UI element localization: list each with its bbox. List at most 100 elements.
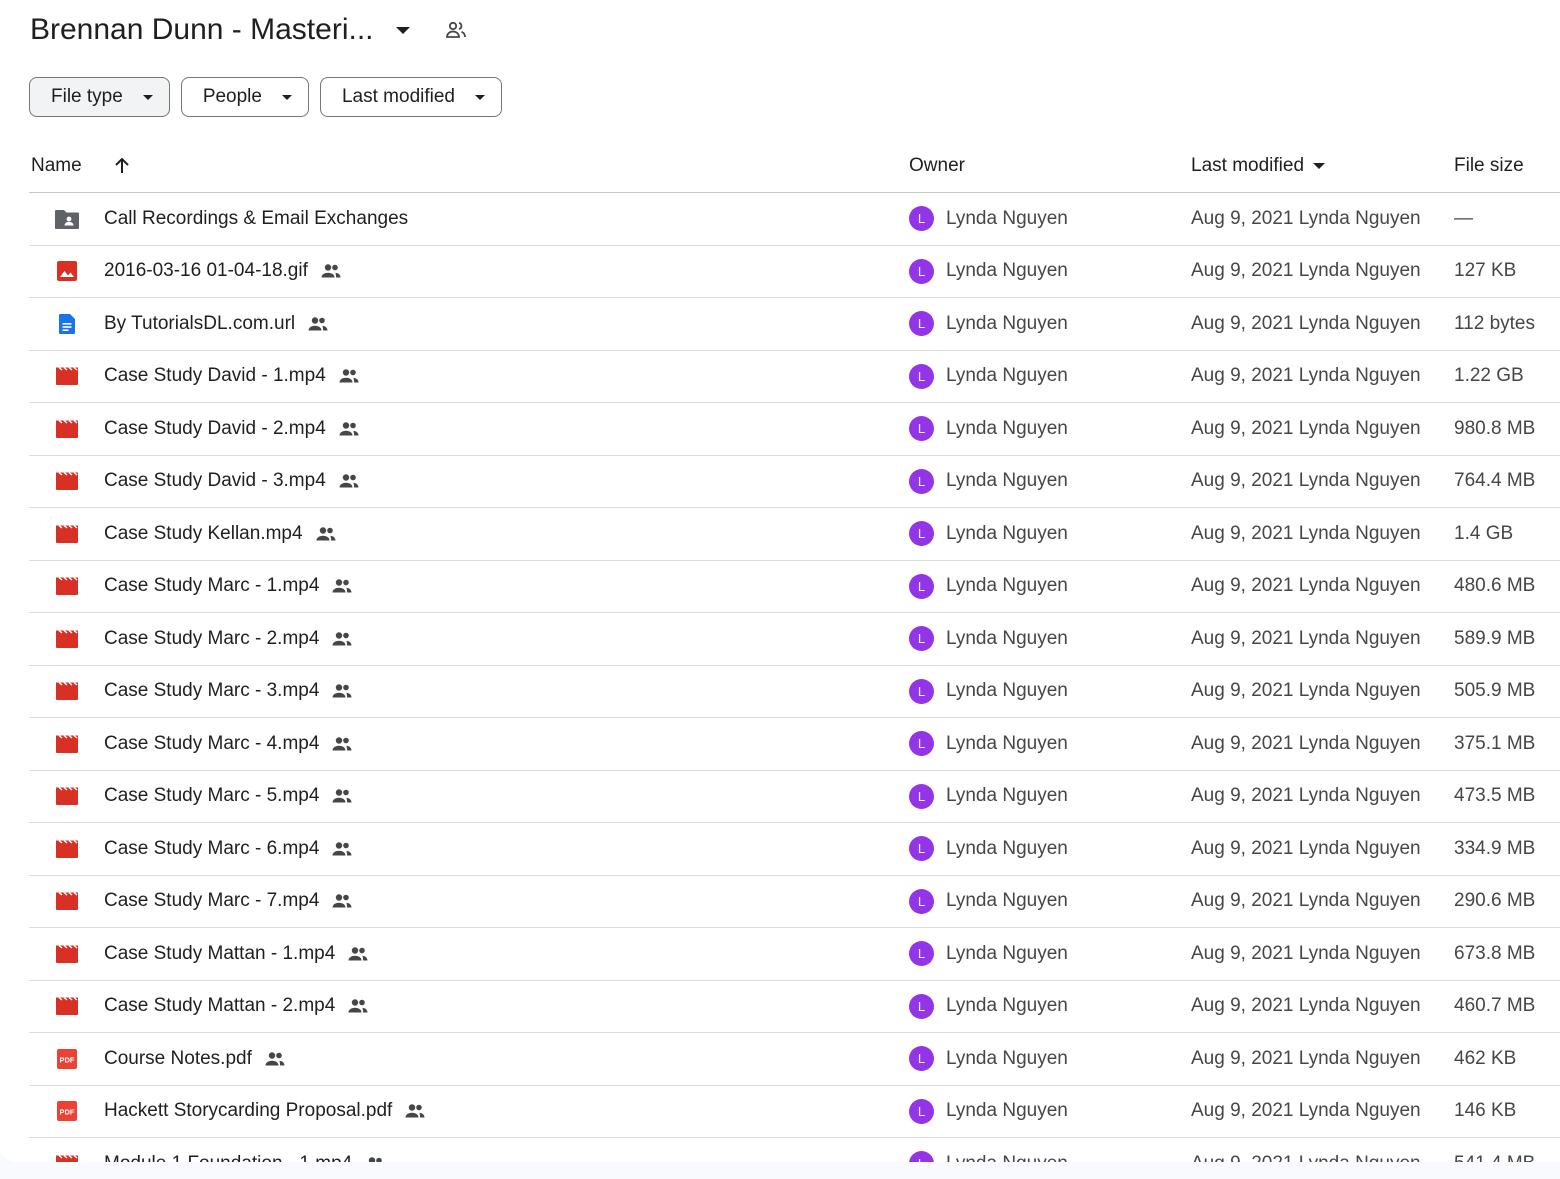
column-header-last-modified[interactable]: Last modified (1191, 146, 1326, 186)
owner-name: Lynda Nguyen (946, 942, 1068, 964)
chevron-down-icon (475, 94, 485, 100)
file-row[interactable]: Case Study David - 1.mp4 L Lynda Nguyen … (29, 351, 1560, 403)
last-modified-cell: Aug 9, 2021 Lynda Nguyen (1191, 1100, 1421, 1122)
file-name: Case Study Marc - 5.mp4 (104, 785, 320, 807)
last-modified-cell: Aug 9, 2021 Lynda Nguyen (1191, 470, 1421, 492)
file-name: Course Notes.pdf (104, 1047, 252, 1069)
people-filter[interactable]: People (180, 77, 309, 117)
avatar: L (909, 836, 934, 862)
file-name-cell: Case Study Marc - 6.mp4 (104, 823, 353, 875)
owner-column-label: Owner (909, 155, 965, 176)
video-file-icon (53, 351, 81, 403)
file-name-cell: Case Study David - 3.mp4 (104, 456, 360, 508)
file-row[interactable]: Case Study Marc - 7.mp4 L Lynda Nguyen A… (29, 876, 1560, 928)
file-name-cell: Case Study Mattan - 2.mp4 (104, 981, 369, 1033)
avatar: L (909, 731, 934, 757)
video-file-icon (53, 981, 81, 1033)
last-modified-cell: Aug 9, 2021 Lynda Nguyen (1191, 312, 1421, 334)
video-file-icon (53, 876, 81, 928)
avatar: L (909, 626, 934, 652)
shared-people-icon (347, 946, 369, 962)
folder-title[interactable]: Brennan Dunn - Masteri... (30, 13, 374, 47)
owner-name: Lynda Nguyen (946, 995, 1068, 1017)
sort-ascending-icon[interactable] (112, 156, 132, 176)
shared-people-icon (264, 1051, 286, 1067)
file-size-cell: 764.4 MB (1454, 470, 1536, 492)
file-row[interactable]: Case Study Kellan.mp4 L Lynda Nguyen Aug… (29, 508, 1560, 561)
file-size-cell: 334.9 MB (1454, 837, 1536, 859)
file-size-cell: 673.8 MB (1454, 942, 1536, 964)
file-row[interactable]: 2016-03-16 01-04-18.gif L Lynda Nguyen A… (29, 246, 1560, 298)
file-name: Case Study Marc - 3.mp4 (104, 680, 320, 702)
file-size-cell: — (1454, 207, 1473, 229)
owner-cell: L Lynda Nguyen (909, 771, 1068, 823)
video-file-icon (53, 823, 81, 875)
shared-people-icon (338, 473, 360, 489)
last-modified-cell: Aug 9, 2021 Lynda Nguyen (1191, 1138, 1421, 1162)
file-row[interactable]: PDF Course Notes.pdf L Lynda Nguyen Aug … (29, 1033, 1560, 1086)
file-row[interactable]: Case Study David - 3.mp4 L Lynda Nguyen … (29, 456, 1560, 508)
file-row[interactable]: Case Study Marc - 6.mp4 L Lynda Nguyen A… (29, 823, 1560, 876)
file-name: Case Study David - 3.mp4 (104, 470, 326, 492)
file-name-cell: Case Study David - 1.mp4 (104, 351, 360, 403)
owner-cell: L Lynda Nguyen (909, 876, 1068, 928)
last-modified-cell: Aug 9, 2021 Lynda Nguyen (1191, 785, 1421, 807)
file-row[interactable]: Case Study Marc - 2.mp4 L Lynda Nguyen A… (29, 613, 1560, 666)
sort-dropdown-icon[interactable] (1313, 163, 1326, 169)
file-row[interactable]: PDF Hackett Storycarding Proposal.pdf L … (29, 1086, 1560, 1138)
avatar: L (909, 521, 934, 547)
last-modified-cell: Aug 9, 2021 Lynda Nguyen (1191, 995, 1421, 1017)
file-row[interactable]: Case Study Mattan - 2.mp4 L Lynda Nguyen… (29, 981, 1560, 1033)
last-modified-cell: Aug 9, 2021 Lynda Nguyen (1191, 680, 1421, 702)
file-row[interactable]: By TutorialsDL.com.url L Lynda Nguyen Au… (29, 298, 1560, 351)
video-file-icon (53, 456, 81, 508)
avatar: L (909, 1151, 934, 1162)
column-header-file-size[interactable]: File size (1454, 146, 1524, 186)
last-modified-filter-label: Last modified (341, 86, 455, 107)
file-row[interactable]: Call Recordings & Email Exchanges L Lynd… (29, 193, 1560, 246)
file-size-cell: 480.6 MB (1454, 575, 1536, 597)
file-row[interactable]: Module 1 Foundation - 1.mp4 L Lynda Nguy… (29, 1138, 1560, 1162)
chevron-down-icon (142, 94, 153, 100)
file-name: Case Study Marc - 1.mp4 (104, 575, 320, 597)
file-name: Case Study Kellan.mp4 (104, 522, 303, 544)
last-modified-filter[interactable]: Last modified (319, 77, 502, 117)
file-row[interactable]: Case Study Marc - 1.mp4 L Lynda Nguyen A… (29, 561, 1560, 613)
file-size-cell: 112 bytes (1454, 312, 1535, 334)
file-row[interactable]: Case Study Marc - 3.mp4 L Lynda Nguyen A… (29, 666, 1560, 718)
avatar: L (909, 573, 934, 599)
file-name-cell: Case Study Marc - 1.mp4 (104, 561, 353, 613)
avatar: L (909, 783, 934, 809)
file-size-cell: 505.9 MB (1454, 680, 1536, 702)
owner-cell: L Lynda Nguyen (909, 718, 1068, 770)
shared-people-icon (338, 368, 360, 384)
owner-name: Lynda Nguyen (946, 732, 1068, 754)
shared-people-icon (320, 263, 342, 279)
file-name: Case Study Marc - 6.mp4 (104, 837, 320, 859)
column-header-name[interactable]: Name (31, 146, 132, 186)
file-row[interactable]: Case Study Marc - 5.mp4 L Lynda Nguyen A… (29, 771, 1560, 823)
file-size-cell: 375.1 MB (1454, 732, 1536, 754)
file-name: Case Study David - 1.mp4 (104, 365, 326, 387)
shared-folder-people-icon[interactable] (444, 18, 468, 42)
owner-cell: L Lynda Nguyen (909, 561, 1068, 613)
file-row[interactable]: Case Study Mattan - 1.mp4 L Lynda Nguyen… (29, 928, 1560, 981)
column-header-owner[interactable]: Owner (909, 146, 965, 186)
file-type-filter[interactable]: File type (29, 77, 170, 117)
file-name: 2016-03-16 01-04-18.gif (104, 260, 308, 282)
title-dropdown-icon[interactable] (395, 26, 410, 34)
file-name-cell: Course Notes.pdf (104, 1033, 286, 1085)
owner-name: Lynda Nguyen (946, 1153, 1068, 1162)
owner-name: Lynda Nguyen (946, 627, 1068, 649)
file-name: Case Study David - 2.mp4 (104, 417, 326, 439)
owner-cell: L Lynda Nguyen (909, 1033, 1068, 1085)
avatar: L (909, 678, 934, 704)
file-row[interactable]: Case Study David - 2.mp4 L Lynda Nguyen … (29, 403, 1560, 456)
last-modified-cell: Aug 9, 2021 Lynda Nguyen (1191, 732, 1421, 754)
avatar: L (909, 258, 934, 284)
file-name-cell: Case Study Kellan.mp4 (104, 508, 337, 560)
video-file-icon (53, 1138, 81, 1162)
shared-people-icon (331, 736, 353, 752)
video-file-icon (53, 561, 81, 613)
file-row[interactable]: Case Study Marc - 4.mp4 L Lynda Nguyen A… (29, 718, 1560, 771)
